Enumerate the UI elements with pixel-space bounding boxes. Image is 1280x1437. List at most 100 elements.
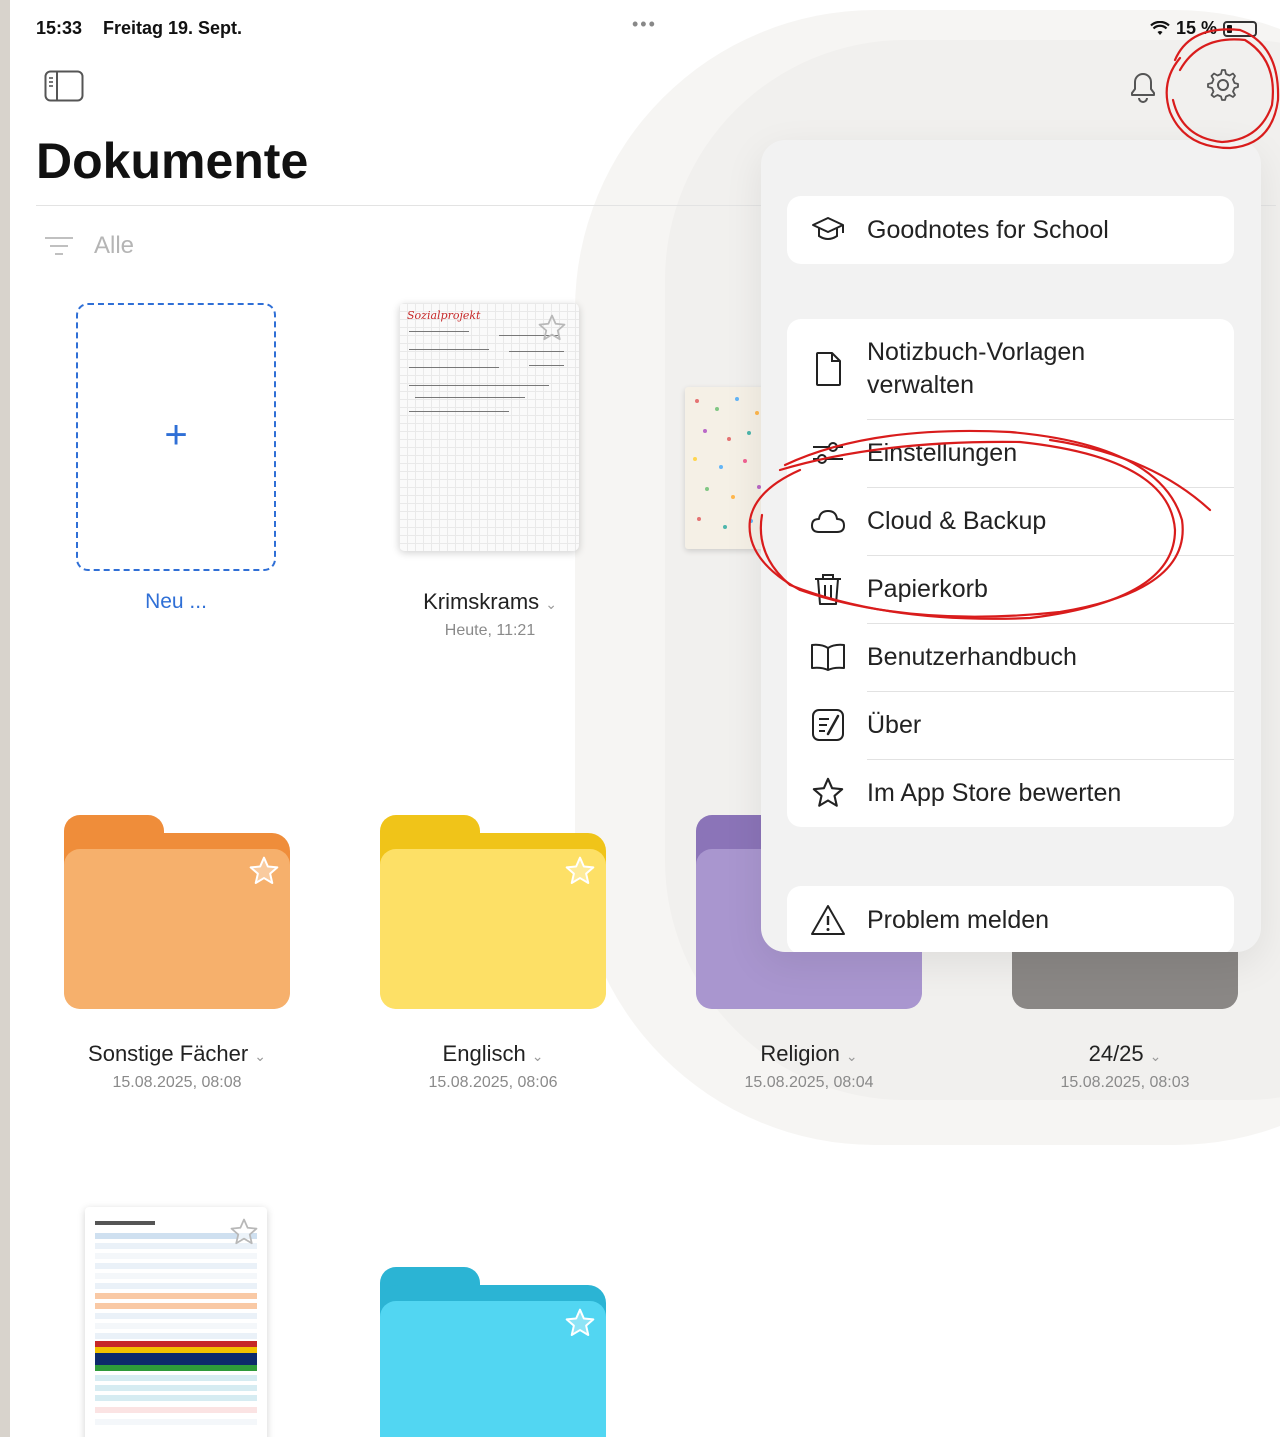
chevron-down-icon[interactable]: ⌄ — [846, 1048, 858, 1064]
folder-title[interactable]: Englisch ⌄ — [380, 1041, 606, 1067]
table-row — [95, 1323, 257, 1329]
chevron-down-icon[interactable]: ⌄ — [545, 596, 557, 612]
multitasking-dots[interactable]: ••• — [632, 14, 657, 35]
folder-title[interactable]: Religion ⌄ — [696, 1041, 922, 1067]
folder-date: 15.08.2025, 08:04 — [744, 1074, 874, 1091]
document-thumbnail-krimskrams[interactable]: Sozialprojekt — [399, 303, 579, 551]
document-title[interactable]: Krimskrams ⌄ — [390, 589, 590, 615]
menu-item-benutzerhandbuch[interactable]: Benutzerhandbuch — [787, 623, 1234, 691]
status-date: Freitag 19. Sept. — [103, 18, 243, 38]
handwriting-line — [415, 397, 525, 398]
plus-icon: + — [164, 413, 188, 457]
filter-button[interactable]: Alle — [44, 232, 134, 260]
polka-dot — [749, 519, 753, 523]
table-row — [95, 1375, 257, 1381]
menu-item-ueber[interactable]: Über — [787, 691, 1234, 759]
handwriting-line — [409, 367, 499, 368]
chevron-down-icon[interactable]: ⌄ — [1150, 1048, 1162, 1064]
table-row — [95, 1353, 257, 1365]
menu-group-report: Problem melden — [787, 886, 1234, 952]
page-title: Dokumente — [36, 133, 309, 189]
document-thumbnail-timetable[interactable] — [85, 1207, 267, 1437]
handwriting-line — [529, 365, 564, 366]
menu-item-papierkorb[interactable]: Papierkorb — [787, 555, 1234, 623]
menu-item-label: Über — [867, 710, 922, 739]
battery-percent: 15 % — [1176, 18, 1218, 38]
table-row — [95, 1313, 257, 1319]
folder-title[interactable]: Sonstige Fächer ⌄ — [64, 1041, 290, 1067]
folder-date: 15.08.2025, 08:06 — [428, 1074, 558, 1091]
folder-sonstige-faecher[interactable] — [64, 815, 290, 1010]
menu-item-label: Notizbuch-Vorlagen verwalten — [867, 338, 1086, 399]
polka-dot — [697, 517, 701, 521]
document-title-text: Krimskrams — [423, 589, 540, 614]
filter-label: Alle — [94, 232, 135, 259]
document-icon — [809, 350, 847, 388]
handwriting-line — [509, 351, 564, 352]
folder-englisch[interactable] — [380, 815, 606, 1010]
battery-icon — [1223, 20, 1258, 37]
favorite-star-icon[interactable] — [229, 1217, 259, 1247]
table-row — [95, 1333, 257, 1339]
table-title-line — [95, 1221, 155, 1225]
menu-item-label: Cloud & Backup — [867, 506, 1047, 535]
table-row — [95, 1273, 257, 1279]
favorite-star-icon[interactable] — [537, 313, 567, 343]
menu-group-main: Notizbuch-Vorlagen verwalten Einstellung… — [787, 319, 1234, 827]
polka-dot — [703, 429, 707, 433]
polka-dot — [727, 437, 731, 441]
sliders-icon — [809, 434, 847, 472]
polka-dot — [695, 399, 699, 403]
menu-item-app-store-bewerten[interactable]: Im App Store bewerten — [787, 759, 1234, 827]
table-row — [95, 1303, 257, 1309]
table-row — [95, 1385, 257, 1391]
table-row — [95, 1293, 257, 1299]
menu-group-school: Goodnotes for School — [787, 196, 1234, 264]
document-cover-heading: Sozialprojekt — [407, 309, 481, 322]
folder-date: 15.08.2025, 08:08 — [112, 1074, 242, 1091]
menu-item-einstellungen[interactable]: Einstellungen — [787, 419, 1234, 487]
table-row — [95, 1407, 257, 1413]
table-row — [95, 1263, 257, 1269]
menu-item-label: Goodnotes for School — [867, 215, 1109, 244]
sidebar-toggle-icon[interactable] — [44, 70, 84, 102]
about-icon — [809, 706, 847, 744]
polka-dot — [755, 411, 759, 415]
table-row — [95, 1253, 257, 1259]
menu-item-label: Problem melden — [867, 905, 1050, 934]
settings-menu: Goodnotes for School Notizbuch-Vorlagen … — [761, 140, 1261, 952]
new-document-button[interactable]: + — [76, 303, 276, 571]
menu-item-label: Einstellungen — [867, 438, 1018, 467]
status-time: 15:33 — [36, 18, 83, 38]
favorite-star-icon[interactable] — [564, 855, 596, 887]
favorite-star-icon[interactable] — [248, 855, 280, 887]
menu-item-problem-melden[interactable]: Problem melden — [787, 886, 1234, 952]
menu-item-label: Benutzerhandbuch — [867, 642, 1077, 671]
gear-icon[interactable] — [1206, 68, 1240, 102]
chevron-down-icon[interactable]: ⌄ — [254, 1048, 266, 1064]
menu-item-notizbuch-vorlagen[interactable]: Notizbuch-Vorlagen verwalten — [787, 319, 1234, 419]
folder-title-text: Sonstige Fächer — [88, 1041, 249, 1066]
ipad-screen: 15:33 Freitag 19. Sept. ••• 15 % Dokumen… — [10, 0, 1280, 1437]
polka-dot — [747, 431, 751, 435]
polka-dot — [723, 525, 727, 529]
polka-dot — [715, 407, 719, 411]
table-row — [95, 1419, 257, 1425]
table-row — [95, 1365, 257, 1371]
folder-date: 15.08.2025, 08:03 — [1060, 1074, 1190, 1091]
menu-item-cloud-backup[interactable]: Cloud & Backup — [787, 487, 1234, 555]
handwriting-line — [409, 331, 469, 332]
table-row — [95, 1395, 257, 1401]
trash-icon — [809, 570, 847, 608]
folder-blue[interactable] — [380, 1267, 606, 1437]
chevron-down-icon[interactable]: ⌄ — [532, 1048, 544, 1064]
polka-dot — [693, 457, 697, 461]
new-document-label[interactable]: Neu ... — [76, 590, 276, 614]
folder-title-text: Englisch — [442, 1041, 526, 1066]
bell-icon[interactable] — [1127, 68, 1159, 104]
menu-item-goodnotes-for-school[interactable]: Goodnotes for School — [787, 196, 1234, 264]
folder-title[interactable]: 24/25 ⌄ — [1012, 1041, 1238, 1067]
favorite-star-icon[interactable] — [564, 1307, 596, 1339]
warning-icon — [809, 901, 847, 939]
folder-title-text: 24/25 — [1088, 1041, 1144, 1066]
